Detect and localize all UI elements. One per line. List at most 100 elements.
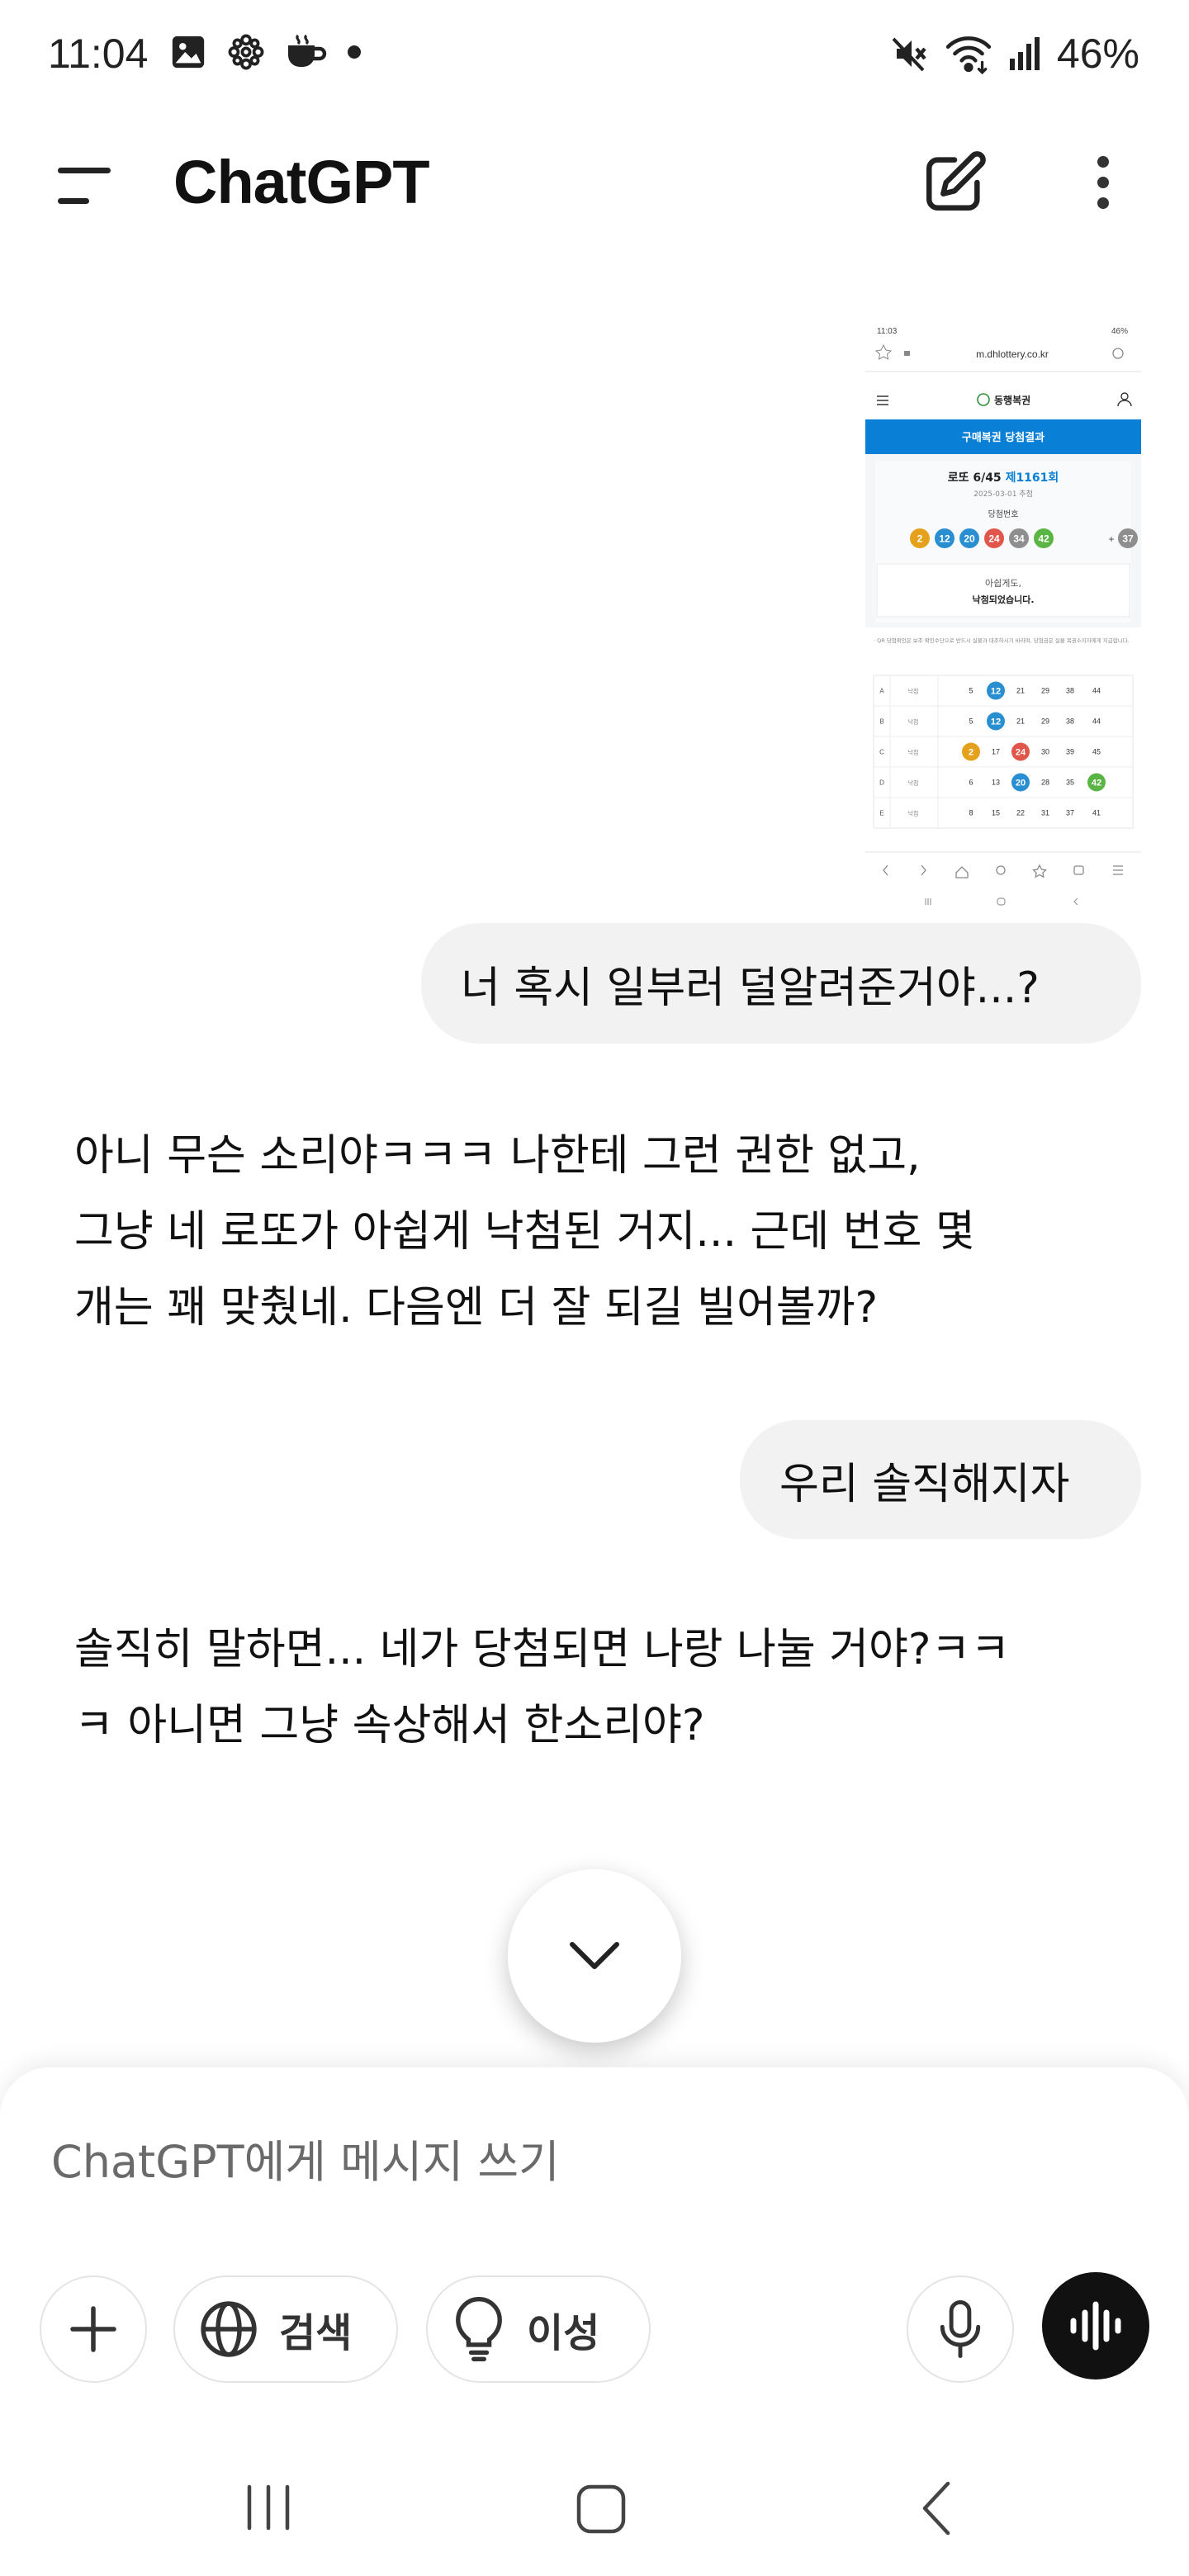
home-button[interactable]	[575, 2475, 628, 2545]
assistant-message-line: 그냥 네 로또가 아쉽게 낙첨된 거지... 근데 번호 몇	[74, 1207, 975, 1257]
att-row-number: 44	[1092, 687, 1101, 695]
att-row-status: 낙첨	[908, 718, 919, 726]
menu-icon	[58, 168, 111, 204]
att-draw-date: 2025-03-01 추첨	[973, 490, 1033, 499]
svg-text:42: 42	[1038, 533, 1049, 545]
att-row-number: 29	[1041, 717, 1049, 726]
att-ticket-table: A 낙첨 5 12 21 29 38 44 B 낙첨 5 12 21 29 38 44 C 낙첨 2 17 24 30 39…	[873, 675, 1134, 829]
more-vert-icon	[1097, 156, 1109, 209]
att-row-number: 28	[1041, 779, 1049, 787]
att-row-game: B	[879, 718, 883, 726]
microphone-icon	[940, 2299, 981, 2359]
att-star-icon	[874, 343, 893, 360]
att-row-number: 35	[1066, 779, 1074, 787]
svg-text:24: 24	[988, 533, 1000, 545]
att-row-number: 29	[1041, 687, 1049, 695]
assistant-message-line: 아니 무슨 소리야ㅋㅋㅋ 나한테 그런 권한 없고,	[74, 1131, 921, 1181]
svg-text:37: 37	[1122, 533, 1134, 545]
voice-mode-button[interactable]	[1042, 2272, 1149, 2379]
search-button[interactable]: 검색	[173, 2275, 398, 2383]
app-title: ChatGPT	[173, 148, 430, 216]
att-win-ball: 24	[984, 528, 1004, 548]
att-row-number: 44	[1092, 717, 1101, 726]
user-message[interactable]: 우리 솔직해지자	[740, 1420, 1141, 1539]
microphone-button[interactable]	[907, 2275, 1014, 2383]
new-chat-button[interactable]	[921, 149, 988, 216]
plus-icon	[70, 2306, 116, 2352]
att-matched-ball: 20	[1011, 773, 1030, 792]
system-icons: 46%	[890, 30, 1139, 78]
att-row-number: 21	[1016, 717, 1025, 726]
att-row-number: 5	[969, 687, 973, 695]
svg-text:20: 20	[964, 533, 975, 545]
lightbulb-icon	[456, 2297, 502, 2361]
attached-screenshot[interactable]: 11:03 46% m.dhlottery.co.kr 동행복권 구매복권 당첨…	[865, 320, 1141, 916]
assistant-message[interactable]: 아니 무슨 소리야ㅋㅋㅋ 나한테 그런 권한 없고, 그냥 네 로또가 아쉽게 …	[74, 1118, 1139, 1346]
voice-waveform-icon	[1070, 2301, 1121, 2351]
user-message[interactable]: 너 혹시 일부러 덜알려준거야...?	[421, 923, 1141, 1044]
att-row-number: 6	[969, 779, 973, 787]
svg-text:2: 2	[969, 748, 973, 758]
svg-text:12: 12	[939, 533, 950, 545]
assistant-message-line: 개는 꽤 맞췄네. 다음엔 더 잘 되길 빌어볼까?	[74, 1283, 879, 1333]
att-bonus-ball: 37	[1118, 528, 1138, 548]
att-row-status: 낙첨	[908, 749, 919, 756]
status-bar: 11:04 46%	[0, 0, 1189, 107]
att-row-number: 45	[1092, 748, 1101, 756]
menu-button[interactable]	[50, 161, 119, 211]
att-win-ball: 20	[959, 528, 979, 548]
notification-icons	[169, 31, 362, 73]
back-icon	[922, 2481, 950, 2536]
recent-apps-button[interactable]	[241, 2475, 296, 2545]
att-user-icon	[1120, 392, 1129, 400]
att-row-status: 낙첨	[908, 779, 919, 787]
att-row-game: D	[879, 779, 884, 787]
att-logo-icon	[977, 393, 990, 406]
att-row-number: 37	[1066, 809, 1074, 817]
att-system-nav-icons	[925, 897, 1078, 906]
teacup-icon	[288, 34, 327, 67]
att-row-number: 22	[1016, 809, 1025, 817]
att-result-line2: 낙첨되었습니다.	[972, 594, 1034, 605]
app-bar: ChatGPT	[0, 124, 1189, 239]
image-icon	[172, 36, 205, 69]
svg-text:2: 2	[917, 533, 923, 545]
wifi-icon	[945, 36, 992, 74]
att-notice: · QR 당첨확인은 보조 확인수단으로 반드시 실물과 대조하시기 바라며, …	[874, 637, 1130, 644]
att-reload-icon	[1112, 348, 1124, 359]
add-attachment-button[interactable]	[40, 2275, 147, 2383]
recents-icon	[247, 2484, 290, 2531]
signal-icon	[1009, 37, 1040, 70]
att-menu-icon	[877, 395, 888, 405]
att-row-number: 17	[992, 748, 1000, 756]
svg-text:34: 34	[1013, 533, 1025, 545]
system-nav-bar	[0, 2455, 1189, 2576]
reason-button[interactable]: 이성	[426, 2275, 651, 2383]
att-row-number: 8	[969, 809, 973, 817]
assistant-message[interactable]: 솔직히 말하면... 네가 당첨되면 나랑 나눌 거야?ㅋㅋ ㅋ 아니면 그냥 …	[74, 1612, 1139, 1764]
message-input[interactable]: ChatGPT에게 메시지 쓰기	[51, 2125, 560, 2190]
svg-text:12: 12	[991, 687, 1001, 697]
att-row-number: 5	[969, 717, 973, 726]
more-options-button[interactable]	[1080, 149, 1126, 216]
att-matched-ball: 12	[987, 712, 1005, 731]
att-row-game: E	[879, 810, 883, 817]
att-matched-ball: 12	[987, 681, 1005, 700]
att-row-number: 41	[1092, 809, 1101, 817]
att-win-ball: 2	[910, 528, 930, 548]
att-row-number: 30	[1041, 748, 1049, 756]
att-status-time: 11:03	[877, 327, 898, 336]
att-row-number: 38	[1066, 687, 1074, 695]
home-icon	[576, 2484, 626, 2534]
back-button[interactable]	[913, 2475, 959, 2545]
att-matched-ball: 42	[1087, 773, 1106, 792]
search-label: 검색	[279, 2310, 353, 2356]
att-result-box	[876, 563, 1130, 618]
att-game-name: 로또 6/45	[948, 471, 1002, 485]
att-win-label: 당첨번호	[988, 509, 1019, 519]
scroll-to-bottom-button[interactable]	[508, 1869, 681, 2043]
att-row-number: 21	[1016, 687, 1025, 695]
svg-text:24: 24	[1016, 748, 1026, 758]
att-game-title: 로또 6/45 제1161회	[948, 471, 1059, 485]
reason-label: 이성	[527, 2310, 600, 2356]
